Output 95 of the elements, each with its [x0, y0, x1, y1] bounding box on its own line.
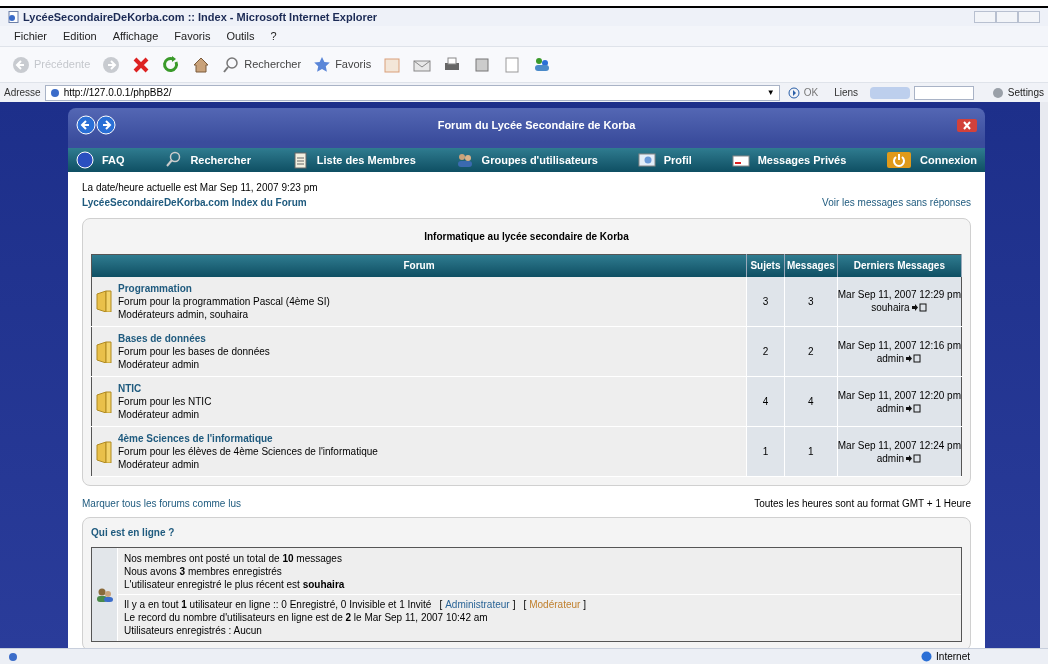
posts-cell: 4 [784, 376, 838, 427]
nav-link[interactable]: Groupes d'utilisateurs [455, 151, 598, 169]
profile-icon [637, 151, 656, 169]
go-to-post-icon[interactable] [906, 353, 922, 363]
power-icon [886, 151, 913, 169]
current-time-text: La date/heure actuelle est Mar Sep 11, 2007 9:23 pm [82, 181, 319, 195]
toolbar-button[interactable]: Rechercher [222, 55, 302, 74]
last-post-user: admin [876, 451, 904, 465]
category-title: Informatique au lycée secondaire de Korba [423, 230, 630, 244]
nav-link[interactable]: FAQ [76, 151, 125, 169]
legend-link[interactable]: [ Modérateur ] [523, 598, 587, 611]
posts-cell: 2 [784, 326, 838, 377]
last-post-date: Mar Sep 11, 2007 12:16 pm [837, 338, 961, 352]
users-icon [455, 151, 474, 169]
posts-cell: 1 [784, 426, 838, 477]
legend-link[interactable]: [ Administrateur ] [439, 598, 516, 611]
go-to-post-icon[interactable] [911, 303, 928, 313]
column-header: Derniers Messages [837, 254, 962, 277]
forum-link[interactable]: NTIC [118, 382, 212, 395]
topics-cell: 3 [746, 276, 785, 327]
folder-icon [96, 390, 112, 413]
forum-title: Forum du Lycée Secondaire de Korba [436, 117, 637, 133]
menu-item[interactable]: Edition [63, 27, 97, 45]
last-post-date: Mar Sep 11, 2007 12:29 pm [837, 288, 961, 302]
search-icon [164, 151, 183, 169]
topics-cell: 2 [746, 326, 785, 377]
topics-cell: 4 [746, 376, 785, 427]
folder-icon [96, 290, 112, 313]
topics-cell: 1 [746, 426, 785, 477]
last-post-user: admin [876, 351, 904, 365]
nav-link[interactable]: Messages Privés [731, 151, 847, 169]
go-icon [787, 86, 800, 99]
go-to-post-icon[interactable] [906, 453, 922, 463]
go-to-post-icon[interactable] [906, 403, 922, 413]
timezone-text: Toutes les heures sont au format GMT + 1 Heure [754, 497, 971, 511]
star-icon [313, 55, 332, 74]
stats-text: Nos membres ont posté un total de 10 messages [124, 552, 343, 565]
forum-description: Forum pour les élèves de 4ème Sciences de l'informatique [118, 445, 378, 458]
column-header: Sujets [746, 254, 785, 277]
search-icon [222, 55, 241, 74]
online-text: Utilisateurs enregistrés : Aucun [124, 624, 263, 637]
menu-item[interactable]: ? [270, 27, 277, 45]
users-icon [95, 586, 114, 603]
last-post-user: souhaira [871, 301, 910, 315]
last-post-user: admin [876, 401, 904, 415]
last-post-date: Mar Sep 11, 2007 12:24 pm [837, 438, 961, 452]
toolbar-button[interactable]: Favoris [313, 55, 372, 74]
column-header: Messages [784, 254, 838, 277]
forum-description: Forum pour les NTIC [118, 395, 212, 408]
back-icon[interactable] [76, 115, 96, 135]
nav-link[interactable]: Rechercher [164, 151, 251, 169]
messenger-icon[interactable] [533, 55, 552, 74]
menu-item[interactable]: Outils [226, 27, 255, 45]
menu-item[interactable]: Fichier [14, 27, 47, 45]
menu-item[interactable]: Favoris [174, 27, 211, 45]
address-field[interactable]: http://127.0.0.1/phpBB2/ ▼ [44, 84, 780, 101]
dropdown-icon[interactable]: ▼ [766, 86, 775, 99]
stop-icon[interactable] [132, 55, 151, 74]
zone-text: Internet [936, 650, 970, 664]
moderators-text: Modérateur admin [118, 358, 201, 371]
forum-link[interactable]: 4ème Sciences de l'informatique [118, 432, 378, 445]
online-users-text: Il y a en tout 1 utilisateur en ligne :: 0 Enregistré, 0 Invisible et 1 Invité [124, 598, 432, 611]
forum-link[interactable]: Programmation [118, 281, 330, 295]
address-label: Adresse [4, 86, 41, 100]
home-icon[interactable] [192, 55, 211, 74]
unanswered-link[interactable]: Voir les messages sans réponses [822, 195, 971, 210]
online-text: Le record du nombre d'utilisateurs en ligne est de 2 le Mar Sep 11, 2007 10:42 am [124, 611, 489, 624]
nav-link[interactable]: Liste des Membres [290, 151, 416, 169]
go-button[interactable]: OK [783, 85, 823, 100]
close-icon[interactable] [957, 118, 977, 132]
last-post-date: Mar Sep 11, 2007 12:20 pm [837, 388, 961, 402]
refresh-icon[interactable] [162, 55, 181, 74]
forum-link[interactable]: Bases de données [118, 332, 270, 345]
menu-item[interactable]: Affichage [112, 27, 159, 45]
window-title: LycéeSecondaireDeKorba.com :: Index - Microsoft Internet Explorer [23, 9, 378, 25]
index-link[interactable]: LycéeSecondaireDeKorba.com Index du Forum [82, 195, 307, 210]
stats-text: Nous avons 3 membres enregistrés [124, 565, 283, 578]
moderators-text: Modérateur admin [118, 458, 201, 471]
stats-text: L'utilisateur enregistré le plus récent est souhaira [124, 578, 346, 591]
settings-button[interactable]: Settings [1007, 85, 1044, 100]
nav-link[interactable]: Connexion [886, 151, 977, 169]
forward-icon[interactable] [96, 115, 116, 135]
nav-link[interactable]: Profil [637, 151, 692, 169]
moderators-text: Modérateurs admin, souhaira [118, 307, 250, 321]
posts-cell: 3 [784, 276, 838, 327]
online-heading: Qui est en ligne ? [91, 526, 176, 540]
forum-description: Forum pour les bases de données [118, 345, 270, 358]
folder-icon [96, 340, 112, 363]
links-button[interactable]: Liens [826, 85, 867, 100]
column-header: Forum [91, 254, 747, 277]
forum-description: Forum pour la programmation Pascal (4ème SI) [118, 294, 330, 308]
google-search-field[interactable] [914, 85, 975, 100]
folder-icon [96, 440, 112, 463]
mark-read-link[interactable]: Marquer tous les forums comme lus [82, 496, 241, 511]
moderators-text: Modérateur admin [118, 408, 201, 421]
